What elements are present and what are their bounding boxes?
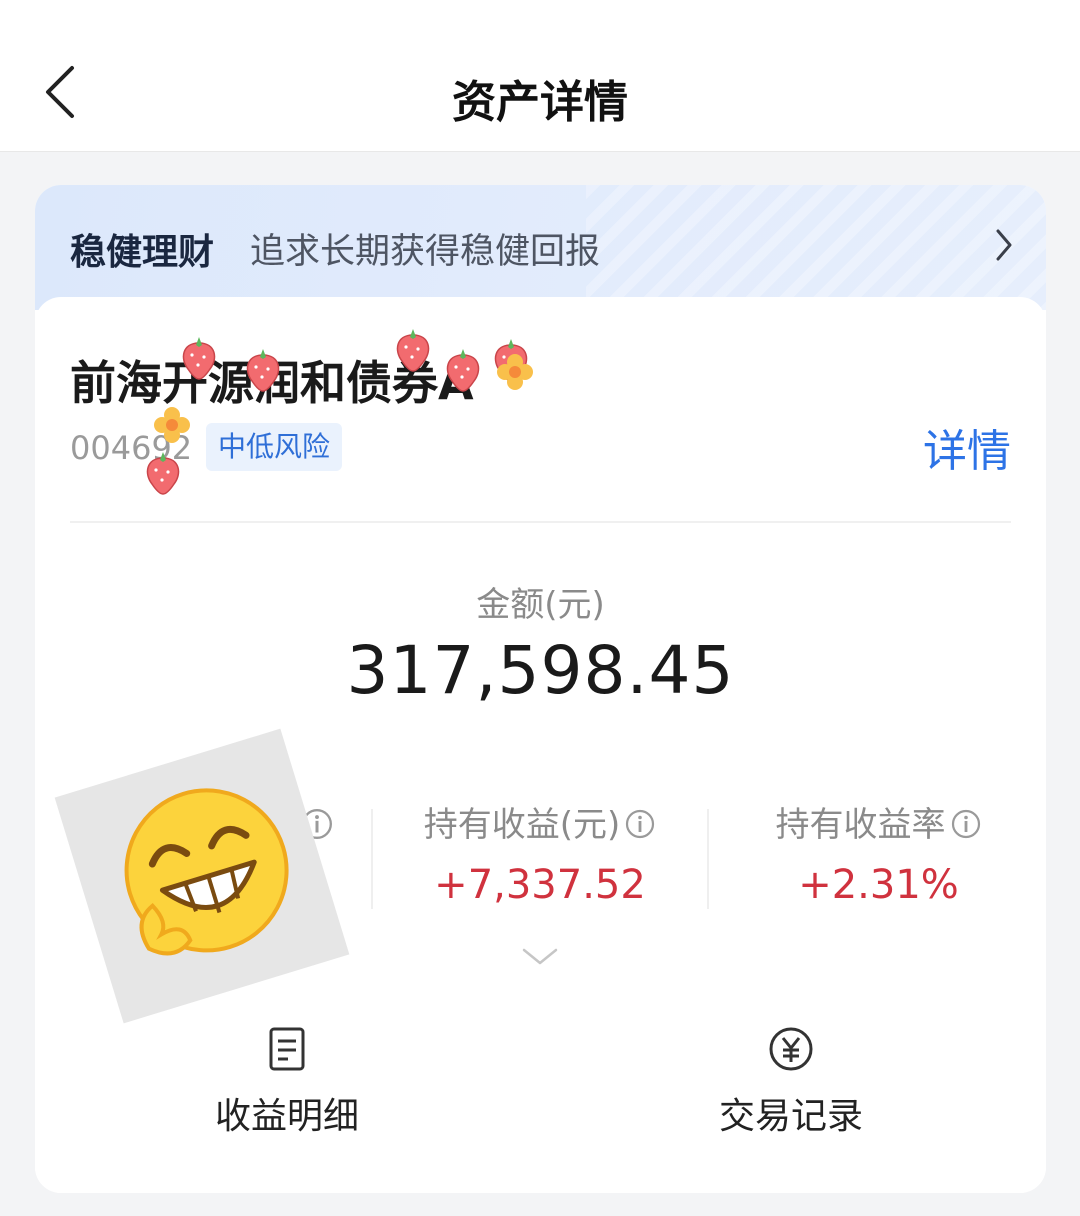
strategy-banner[interactable]: 稳健理财 追求长期获得稳健回报 — [35, 185, 1046, 310]
document-icon — [269, 1027, 305, 1071]
divider — [70, 521, 1011, 523]
strawberry-sticker-icon — [246, 349, 280, 392]
banner-title: 稳健理财 — [70, 232, 215, 273]
transaction-record-button[interactable]: 交易记录 — [681, 1025, 901, 1139]
banner-subtitle: 追求长期获得稳健回报 — [250, 232, 601, 272]
holding-profit-label: 持有收益(元) — [375, 797, 705, 846]
transaction-record-label: 交易记录 — [718, 1096, 863, 1137]
holding-profit-label-text: 持有收益(元) — [423, 805, 621, 845]
asset-detail-page: 资产详情 稳健理财 追求长期获得稳健回报 前海开源润和债券A 004692 中低… — [0, 0, 1080, 1216]
stat-separator — [371, 809, 373, 909]
amount-value: 317,598.45 — [346, 632, 735, 709]
laughing-face-icon — [124, 788, 289, 956]
strawberry-sticker-icon — [146, 452, 180, 495]
yuan-coin-icon — [769, 1027, 813, 1071]
strawberry-sticker-icon — [182, 337, 216, 380]
holding-return-rate-value: +2.31% — [798, 862, 959, 908]
flower-sticker-icon — [154, 407, 190, 443]
profit-detail-label: 收益明细 — [214, 1096, 359, 1137]
holding-profit-value: +7,337.52 — [434, 862, 646, 908]
chevron-right-icon — [996, 229, 1012, 261]
holding-return-rate-label: 持有收益率 — [711, 797, 1046, 846]
amount-label: 金额(元) — [476, 585, 605, 625]
strawberry-sticker-icon — [446, 349, 480, 392]
top-nav-bar: 资产详情 — [0, 0, 1080, 152]
profit-detail-button[interactable]: 收益明细 — [177, 1025, 397, 1139]
flower-sticker-icon — [497, 354, 533, 390]
strawberry-sticker-icon — [396, 329, 430, 372]
risk-level-badge: 中低风险 — [206, 423, 343, 471]
holding-profit-stat: 持有收益(元) +7,337.52 — [375, 797, 705, 927]
holding-return-rate-label-text: 持有收益率 — [775, 805, 946, 845]
stat-separator — [707, 809, 709, 909]
banner-decoration — [586, 185, 1046, 310]
chevron-down-icon[interactable] — [522, 947, 558, 967]
info-icon[interactable] — [950, 808, 982, 840]
page-title: 资产详情 — [452, 77, 628, 128]
info-icon[interactable] — [624, 808, 656, 840]
holding-return-rate-stat: 持有收益率 +2.31% — [711, 797, 1046, 927]
fund-detail-link[interactable]: 详情 — [923, 415, 1011, 479]
